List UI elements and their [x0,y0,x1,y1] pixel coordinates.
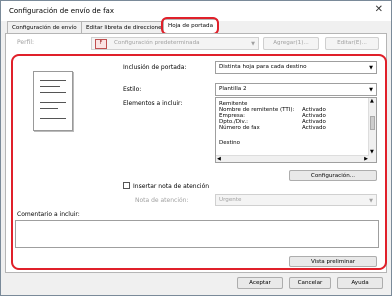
tab-label: Configuración de envío [12,25,77,31]
horizontal-scrollbar[interactable]: ◀ ▶ [216,155,369,162]
chevron-down-icon: ▼ [251,41,255,47]
list-item-value: Activado [302,125,326,131]
cover-preview-thumbnail [33,71,73,131]
scroll-right-icon[interactable]: ▶ [364,156,368,162]
edit-profile-button: Editar(E)... [325,37,379,50]
attention-checkbox[interactable] [123,182,130,189]
tab-label: Editar libreta de direcciones [86,25,165,31]
chevron-down-icon: ▼ [369,198,373,204]
attention-note-select: Urgente ▼ [215,194,377,206]
attention-checkbox-label: Insertar nota de atención [133,183,210,190]
chevron-down-icon: ▼ [369,65,373,71]
scroll-down-icon[interactable]: ▼ [370,149,374,155]
ok-button[interactable]: Aceptar [237,277,283,289]
profile-combo: F Configuración predeterminada ▼ [91,37,259,50]
tab-send-settings[interactable]: Configuración de envío [7,21,82,33]
scroll-up-icon[interactable]: ▲ [370,98,374,104]
elements-listbox[interactable]: Remitente Nombre de remitente (TTI): Act… [215,97,377,163]
inclusion-value: Distinta hoja para cada destino [219,64,307,70]
list-item: Número de fax [219,125,260,131]
fax-settings-dialog: Configuración de envío de fax ✕ Configur… [0,0,392,296]
comment-label: Comentario a incluir: [17,211,80,218]
add-profile-button: Agregar(1)... [263,37,319,50]
list-item: Destino [219,140,241,146]
tab-edit-address-book[interactable]: Editar libreta de direcciones [81,21,170,33]
window-title: Configuración de envío de fax [9,7,114,15]
chevron-down-icon: ▼ [369,87,373,93]
configure-button[interactable]: Configuración... [289,170,377,181]
cancel-button[interactable]: Cancelar [289,277,331,289]
vertical-scrollbar[interactable]: ▲ ▼ [368,98,376,162]
style-value: Plantilla 2 [219,86,247,92]
profile-label: Perfil: [17,39,35,46]
attention-note-value: Urgente [219,197,242,203]
scroll-thumb[interactable] [370,116,375,130]
comment-textarea[interactable] [15,220,379,248]
profile-icon: F [95,39,107,49]
close-icon[interactable]: ✕ [375,4,383,15]
scroll-left-icon[interactable]: ◀ [217,156,221,162]
attention-note-label: Nota de atención: [135,197,189,204]
elements-label: Elementos a incluir: [123,100,183,107]
preview-button[interactable]: Vista preliminar [289,256,377,267]
inclusion-select[interactable]: Distinta hoja para cada destino ▼ [215,61,377,74]
inclusion-label: Inclusión de portada: [123,64,187,71]
style-select[interactable]: Plantilla 2 ▼ [215,83,377,96]
style-label: Estilo: [123,86,142,93]
help-button[interactable]: Ayuda [337,277,383,289]
profile-value: Configuración predeterminada [114,40,200,46]
